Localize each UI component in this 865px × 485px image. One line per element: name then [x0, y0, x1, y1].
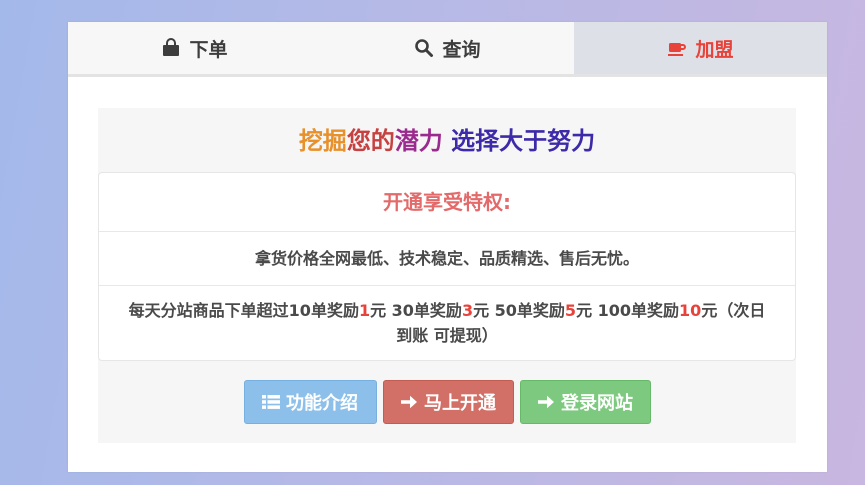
reward-text: 元 100单奖励 [576, 301, 680, 320]
open-now-label: 马上开通 [424, 393, 496, 414]
arrow-right-icon [537, 393, 555, 411]
feature-intro-label: 功能介绍 [286, 393, 358, 414]
shopping-bag-icon [161, 38, 181, 58]
benefits-box: 开通享受特权: 拿货价格全网最低、技术稳定、品质精选、售后无忧。 每天分站商品下… [98, 172, 796, 361]
tab-bar: 下单 查询 加盟 [68, 22, 827, 77]
main-card: 下单 查询 加盟 挖掘您的潜力 选择大于努力 开通享受特权: 拿货价格全网最低、… [68, 22, 827, 472]
coffee-cup-icon [667, 38, 687, 58]
action-buttons: 功能介绍 马上开通 登录网站 [98, 380, 796, 424]
tab-join-label: 加盟 [695, 38, 734, 61]
benefits-line1: 拿货价格全网最低、技术稳定、品质精选、售后无忧。 [99, 232, 795, 286]
tab-query-label: 查询 [442, 38, 481, 61]
list-icon [262, 393, 280, 411]
reward-text: 元 50单奖励 [473, 301, 565, 320]
headline-part1: 挖掘 [298, 127, 347, 155]
tab-join[interactable]: 加盟 [574, 22, 827, 74]
headline-part2: 您的 [346, 127, 395, 155]
headline-part4: 选择大于努力 [451, 127, 596, 155]
benefits-title: 开通享受特权: [99, 173, 795, 232]
benefits-line2: 每天分站商品下单超过10单奖励1元 30单奖励3元 50单奖励5元 100单奖励… [99, 286, 795, 360]
arrow-right-icon [400, 393, 418, 411]
login-site-label: 登录网站 [561, 393, 633, 414]
headline: 挖掘您的潜力 选择大于努力 [98, 124, 796, 158]
reward-amount: 3 [461, 301, 474, 320]
feature-intro-button[interactable]: 功能介绍 [243, 380, 377, 424]
reward-text: 元 30单奖励 [370, 301, 462, 320]
reward-text: 每天分站商品下单超过10单奖励 [128, 301, 359, 320]
search-icon [414, 38, 434, 58]
reward-amount: 5 [564, 301, 577, 320]
login-site-button[interactable]: 登录网站 [519, 380, 651, 424]
tab-order[interactable]: 下单 [68, 22, 321, 74]
reward-amount: 10 [679, 301, 702, 320]
headline-part3: 潜力 [394, 127, 443, 155]
tab-order-label: 下单 [189, 38, 228, 61]
reward-amount: 1 [358, 301, 371, 320]
open-now-button[interactable]: 马上开通 [382, 380, 514, 424]
join-panel: 挖掘您的潜力 选择大于努力 开通享受特权: 拿货价格全网最低、技术稳定、品质精选… [98, 108, 796, 443]
tab-query[interactable]: 查询 [321, 22, 574, 74]
